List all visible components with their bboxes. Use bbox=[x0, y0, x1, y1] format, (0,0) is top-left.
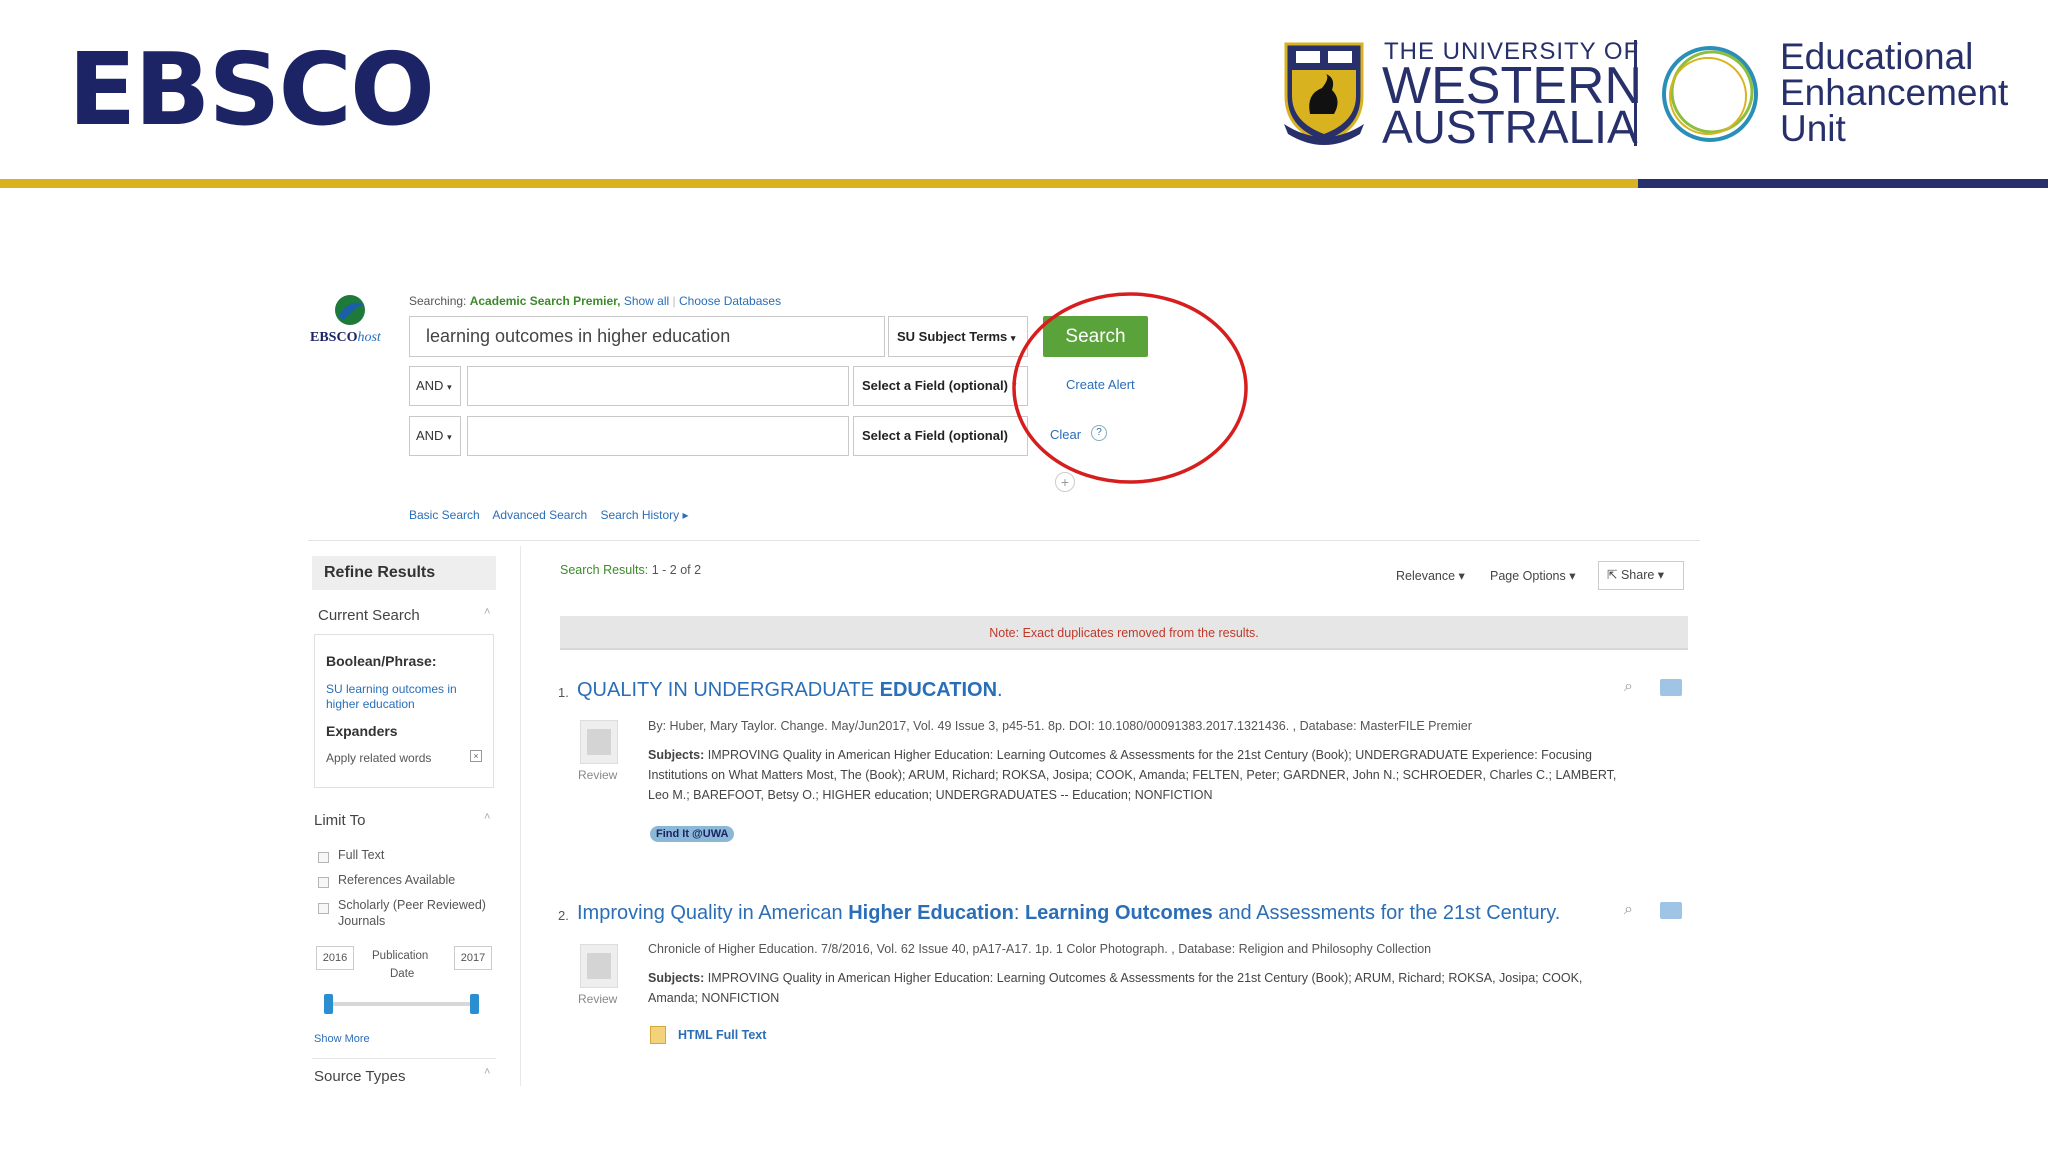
ebsco-logo-icon bbox=[335, 295, 365, 325]
duplicates-note: Note: Exact duplicates removed from the … bbox=[989, 626, 1259, 640]
uwa-name-line3: AUSTRALIA bbox=[1382, 101, 1638, 153]
eeu-name-line2: Enhancement bbox=[1780, 72, 2009, 113]
references-label: References Available bbox=[338, 873, 456, 887]
result-number: 1. bbox=[558, 685, 569, 700]
result-subjects-line2: Institutions on What Matters Most, The (… bbox=[648, 768, 1617, 782]
show-more-link[interactable]: Show More bbox=[314, 1033, 370, 1045]
result-title-link[interactable]: Improving Quality in American Higher Edu… bbox=[577, 902, 1560, 925]
find-it-uwa-button[interactable]: Find It @UWA bbox=[650, 826, 735, 842]
bool-operator-2[interactable]: AND ▾ bbox=[409, 416, 461, 456]
review-thumbnail[interactable] bbox=[580, 944, 618, 988]
results-count: Search Results: 1 - 2 of 2 bbox=[560, 563, 702, 577]
relevance-sort[interactable]: Relevance ▾ bbox=[1396, 568, 1465, 583]
date-slider-handle-right[interactable] bbox=[470, 994, 479, 1014]
date-slider-handle-left[interactable] bbox=[324, 994, 333, 1014]
preview-icon[interactable]: ⌕ bbox=[1624, 901, 1633, 919]
current-search-heading[interactable]: Current Search bbox=[318, 607, 420, 624]
scholarly-label-1: Scholarly (Peer Reviewed) bbox=[338, 898, 486, 912]
page-options-menu[interactable]: Page Options ▾ bbox=[1490, 568, 1576, 583]
field-select-1[interactable]: SU Subject Terms ▾ bbox=[888, 316, 1028, 357]
html-full-text-link[interactable]: HTML Full Text bbox=[678, 1028, 766, 1042]
full-text-label: Full Text bbox=[338, 848, 385, 862]
review-thumbnail[interactable] bbox=[580, 720, 618, 764]
refine-results-heading: Refine Results bbox=[324, 564, 436, 581]
result-subjects-line2: Amanda; NONFICTION bbox=[648, 991, 780, 1005]
show-all-link[interactable]: Show all bbox=[624, 294, 669, 308]
search-input-3[interactable] bbox=[467, 416, 849, 456]
collapse-icon[interactable]: ˄ bbox=[484, 1066, 490, 1078]
limit-to-heading[interactable]: Limit To bbox=[314, 812, 365, 829]
choose-databases-link[interactable]: Choose Databases bbox=[679, 294, 781, 308]
scholarly-checkbox[interactable] bbox=[318, 903, 329, 914]
eeu-name-line3: Unit bbox=[1780, 108, 1846, 149]
basic-search-link[interactable]: Basic Search bbox=[409, 508, 480, 522]
boolean-phrase-value-2[interactable]: higher education bbox=[326, 697, 415, 711]
result-subjects: Subjects: IMPROVING Quality in American … bbox=[648, 748, 1592, 762]
section-divider bbox=[308, 540, 1700, 541]
apply-related-words: Apply related words bbox=[326, 751, 432, 765]
references-checkbox[interactable] bbox=[318, 877, 329, 888]
search-history-link[interactable]: Search History ▸ bbox=[600, 508, 688, 522]
header-rule-gold bbox=[0, 179, 1638, 188]
logo-divider bbox=[1634, 40, 1637, 146]
publication-date-label-1: Publication bbox=[372, 950, 429, 962]
highlight-circle bbox=[1012, 292, 1248, 484]
date-slider-track[interactable] bbox=[326, 1002, 476, 1006]
database-name: Academic Search Premier, bbox=[469, 294, 621, 308]
share-button[interactable]: ⇱ Share ▾ bbox=[1598, 561, 1684, 590]
ebsco-logo[interactable]: EBSCOhost bbox=[310, 330, 381, 346]
year-from-input[interactable]: 2016 bbox=[316, 946, 354, 970]
bool-operator-1[interactable]: AND ▾ bbox=[409, 366, 461, 406]
collapse-icon[interactable]: ˄ bbox=[484, 811, 490, 823]
boolean-phrase-value-1[interactable]: SU learning outcomes in bbox=[326, 682, 457, 696]
source-types-heading[interactable]: Source Types bbox=[314, 1068, 405, 1085]
advanced-search-link[interactable]: Advanced Search bbox=[492, 508, 587, 522]
result-meta: By: Huber, Mary Taylor. Change. May/Jun2… bbox=[648, 719, 1472, 733]
share-icon: ⇱ bbox=[1607, 568, 1618, 582]
folder-icon[interactable] bbox=[1660, 902, 1682, 919]
searching-line: Searching: Academic Search Premier, Show… bbox=[409, 294, 782, 308]
slide-title: EBSCO bbox=[68, 31, 435, 148]
result-number: 2. bbox=[558, 908, 569, 923]
result-meta: Chronicle of Higher Education. 7/8/2016,… bbox=[648, 942, 1432, 956]
uwa-crest-icon bbox=[1284, 42, 1364, 145]
year-to-input[interactable]: 2017 bbox=[454, 946, 492, 970]
preview-icon[interactable]: ⌕ bbox=[1624, 678, 1633, 696]
eeu-rings-icon bbox=[1662, 46, 1758, 142]
eeu-name-line1: Educational bbox=[1780, 36, 1974, 77]
header-rule-navy bbox=[1638, 179, 2048, 188]
publication-date-label-2: Date bbox=[390, 968, 415, 980]
full-text-checkbox[interactable] bbox=[318, 852, 329, 863]
result-title-link[interactable]: QUALITY IN UNDERGRADUATE EDUCATION. bbox=[577, 679, 1003, 702]
folder-icon[interactable] bbox=[1660, 679, 1682, 696]
result-subjects: Subjects: IMPROVING Quality in American … bbox=[648, 971, 1583, 985]
result-subjects-line3: Leo M.; BAREFOOT, Betsy O.; HIGHER educa… bbox=[648, 788, 1213, 802]
review-label: Review bbox=[578, 992, 618, 1006]
expanders-label: Expanders bbox=[326, 723, 398, 739]
boolean-phrase-label: Boolean/Phrase: bbox=[326, 653, 437, 669]
sidebar-divider bbox=[312, 1058, 496, 1059]
search-input[interactable]: learning outcomes in higher education bbox=[409, 316, 885, 357]
collapse-icon[interactable]: ˄ bbox=[484, 606, 490, 618]
html-document-icon bbox=[650, 1026, 666, 1044]
search-nav: Basic Search Advanced Search Search Hist… bbox=[409, 508, 689, 522]
scholarly-label-2: Journals bbox=[338, 914, 386, 928]
search-input-2[interactable] bbox=[467, 366, 849, 406]
remove-expander-icon[interactable]: × bbox=[470, 750, 482, 762]
field-select-2[interactable]: Select a Field (optional) bbox=[853, 366, 1028, 406]
review-label: Review bbox=[578, 768, 618, 782]
field-select-3[interactable]: Select a Field (optional) bbox=[853, 416, 1028, 456]
sidebar-separator bbox=[520, 546, 521, 1086]
